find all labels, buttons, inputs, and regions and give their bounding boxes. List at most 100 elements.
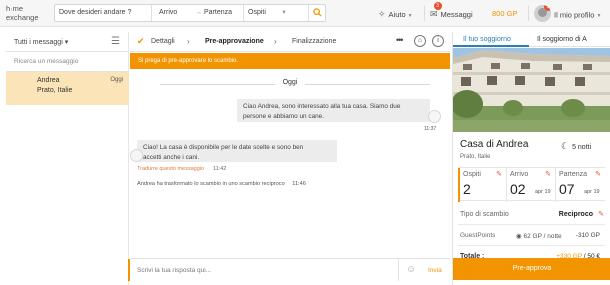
exchange-type-label: Tipo di scambio	[460, 211, 509, 218]
divider	[398, 259, 399, 281]
chevron-right-icon: ›	[187, 37, 190, 46]
logo-line2: exchange	[6, 13, 39, 22]
logo[interactable]: h·me exchange	[6, 4, 52, 24]
avatar	[428, 110, 441, 123]
destination-input[interactable]: Dove desideri andare ?	[55, 5, 152, 21]
guestpoints-rate: ◉ 62 GP / notte	[516, 233, 562, 240]
tab-your-stay[interactable]: Il tuo soggiorno	[463, 36, 511, 43]
divider	[528, 6, 529, 21]
details-tabs: Il tuo soggiorno Il soggiorno di A	[453, 32, 610, 47]
guests-label: Ospiti	[463, 171, 481, 178]
send-button[interactable]: Invia	[428, 267, 442, 274]
system-message-text: Andrea ha trasformato lo scambio in uno …	[137, 181, 285, 187]
profile-badge: 5	[544, 5, 551, 11]
conversation-date: Oggi	[110, 77, 123, 83]
moon-icon: ☾	[561, 141, 570, 151]
conversation-item[interactable]: Andrea Prato, Italie Oggi	[6, 72, 129, 105]
message-search-input[interactable]: Ricerca un messaggio	[6, 52, 129, 72]
nights-count: ☾ 5 notti	[561, 141, 592, 151]
departure-day: 07	[559, 181, 575, 197]
system-message: Andrea ha trasformato lo scambio in uno …	[137, 181, 306, 187]
search-icon	[313, 8, 322, 17]
guests-cell[interactable]: Ospiti ✎ 2	[458, 168, 507, 202]
chevron-down-icon: ▼	[596, 13, 602, 20]
message-time: 11:37	[424, 126, 437, 132]
stay-summary: Ospiti ✎ 2 Arrivo ✎ 02 apr 19 Partenza ✎…	[458, 167, 605, 202]
house-location: Prato, Italie	[460, 154, 491, 160]
arrival-month: apr 19	[535, 189, 551, 195]
help-menu[interactable]: ✧ Aiuto ▼	[378, 7, 413, 21]
step-details[interactable]: Dettagli	[151, 38, 175, 45]
list-icon[interactable]: ☰	[111, 36, 120, 47]
pencil-icon[interactable]: ✎	[545, 170, 551, 178]
arrival-day: 02	[510, 181, 526, 197]
help-label: Aiuto	[388, 10, 406, 19]
guestpoints-row: GuestPoints ◉ 62 GP / notte -310 GP	[458, 226, 605, 246]
guestpoints-label: GuestPoints	[460, 232, 496, 239]
guestpoints-value: -310 GP	[575, 232, 600, 239]
smile-icon[interactable]: ☺	[406, 264, 416, 275]
tab-andrea-stay[interactable]: Il soggiorno di A	[537, 36, 587, 43]
arrival-cell[interactable]: Arrivo ✎ 02 apr 19	[507, 168, 556, 202]
step-finalization[interactable]: Finalizzazione	[292, 38, 336, 45]
day-label: Oggi	[275, 79, 305, 86]
message-composer: Scrivi la tua risposta qui... ☺ Invia	[128, 258, 450, 281]
search-bar: Dove desideri andare ? Arrivo → Partenza…	[54, 4, 326, 22]
pencil-icon[interactable]: ✎	[595, 170, 601, 178]
step-preapproval[interactable]: Pre-approvazione	[205, 38, 264, 45]
pencil-icon[interactable]: ✎	[598, 210, 604, 218]
departure-field: Partenza	[204, 9, 233, 16]
guests-value: 2	[463, 181, 471, 197]
arrow-right-icon: →	[195, 9, 202, 16]
chevron-down-icon: ▼	[281, 10, 287, 16]
messages-label: Messaggi	[440, 10, 473, 19]
avatar: 5	[534, 5, 551, 22]
arrival-label: Arrivo	[510, 171, 529, 178]
exchange-type-row[interactable]: Tipo di scambio Reciproco ✎	[458, 205, 605, 225]
system-message-time: 11:46	[292, 181, 306, 187]
avatar	[130, 149, 143, 162]
composer-accent	[128, 259, 130, 281]
top-bar: h·me exchange Dove desideri andare ? Arr…	[0, 0, 610, 27]
exchange-type-value: Reciproco	[558, 211, 593, 218]
message-bubble-sent: Ciao Andrea, sono interessato alla tua c…	[237, 99, 430, 122]
logo-line1: h·me	[6, 4, 24, 13]
message-filter[interactable]: Tutti i messaggi ▾ ☰	[6, 32, 129, 52]
conversation-name: Andrea	[37, 77, 60, 84]
dates-input[interactable]: Arrivo → Partenza	[152, 5, 244, 21]
chevron-down-icon: ▼	[407, 13, 413, 19]
home-icon[interactable]: ⌂	[414, 35, 426, 47]
filter-label: Tutti i messaggi ▾	[14, 39, 69, 46]
departure-cell[interactable]: Partenza ✎ 07 apr 19	[556, 168, 605, 202]
house-photo[interactable]	[453, 48, 610, 132]
progress-steps: ✔ Dettagli › Pre-approvazione › Finalizz…	[130, 32, 450, 52]
active-tab-indicator	[453, 45, 529, 47]
messages-badge: 3	[433, 2, 442, 10]
chevron-right-icon: ›	[274, 37, 277, 46]
preapproval-banner: Si prega di pre-approvare lo scambio.	[130, 53, 450, 69]
message-text: persone e abbiamo un cane.	[243, 113, 325, 120]
profile-menu[interactable]: 5 Il mio profilo ▼	[534, 5, 602, 22]
pencil-icon[interactable]: ✎	[496, 170, 502, 178]
conversation-sidebar: Tutti i messaggi ▾ ☰ Ricerca un messaggi…	[6, 32, 129, 285]
message-text: Ciao! La casa è disponibile per le date …	[143, 144, 304, 151]
preapprove-button[interactable]: Pre-approva	[453, 258, 610, 280]
search-button[interactable]	[308, 5, 326, 21]
reply-input[interactable]: Scrivi la tua risposta qui...	[137, 267, 211, 274]
check-icon: ✔	[137, 36, 145, 46]
house-title: Casa di Andrea	[460, 139, 529, 150]
guests-label: Ospiti	[248, 9, 266, 16]
guestpoints-balance[interactable]: 800 GP	[492, 7, 517, 21]
message-time: 11:42	[213, 166, 227, 172]
mail-icon: ✉ 3	[430, 2, 442, 21]
translate-link[interactable]: Tradurre questo messaggio	[137, 166, 204, 172]
message-text: Ciao Andrea, sono interessato alla tua c…	[243, 103, 401, 110]
arrival-field: Arrivo	[159, 9, 178, 16]
more-options-icon[interactable]: •••	[396, 35, 404, 45]
profile-label: Il mio profilo	[554, 10, 595, 20]
conversation-location: Prato, Italie	[37, 87, 73, 94]
messages-menu[interactable]: ✉ 3 Messaggi	[430, 2, 473, 21]
guests-select[interactable]: Ospiti ▼	[244, 5, 290, 21]
stay-details-panel: Il tuo soggiorno Il soggiorno di A Casa …	[452, 32, 610, 285]
info-icon[interactable]: i	[432, 35, 444, 47]
